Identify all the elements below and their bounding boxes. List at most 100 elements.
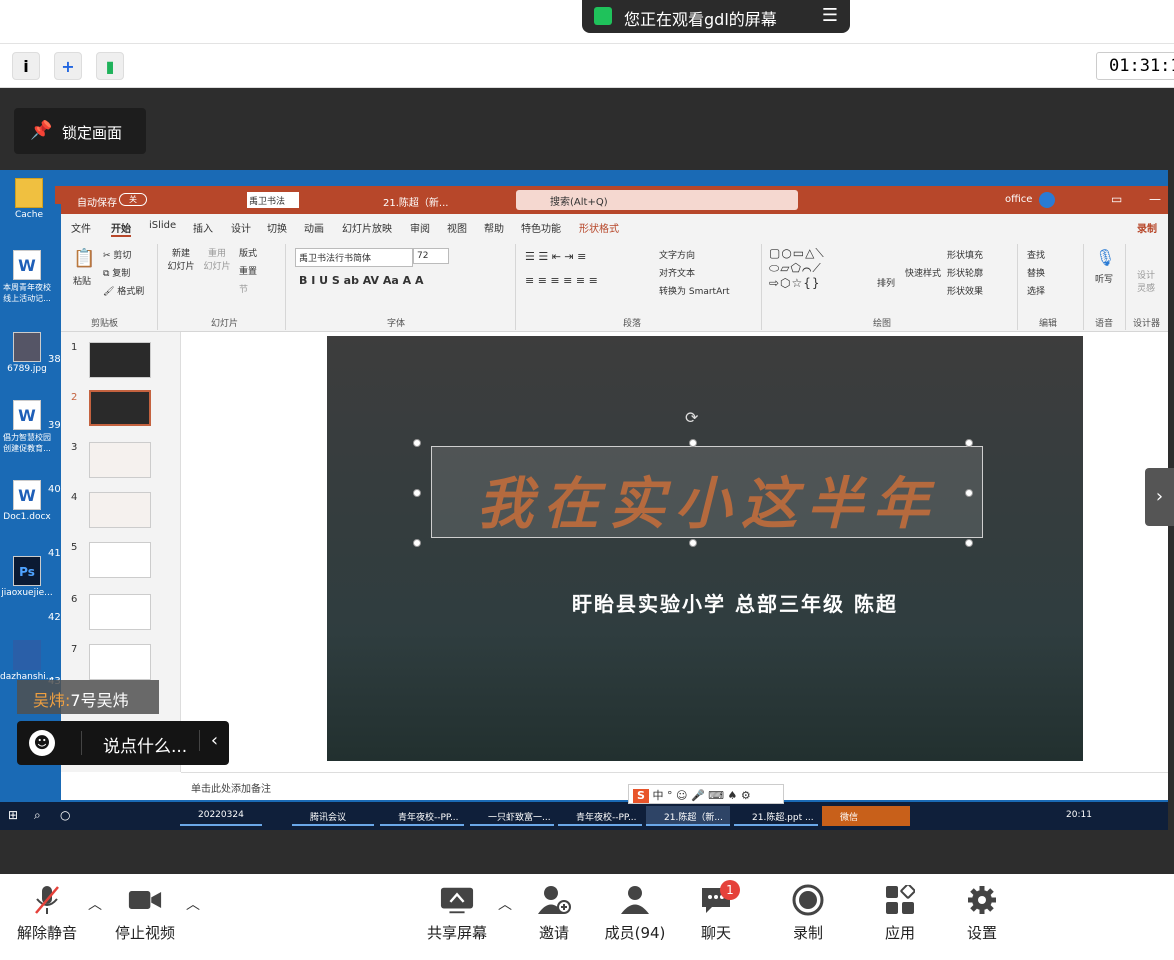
- list-buttons[interactable]: ☰ ☰ ⇤ ⇥ ≡: [525, 250, 586, 263]
- resize-handle[interactable]: [965, 539, 973, 547]
- reset-button[interactable]: 重置: [239, 264, 257, 277]
- taskbar-item[interactable]: 21.陈超（新...: [646, 806, 730, 826]
- signal-icon[interactable]: ▮: [96, 52, 124, 80]
- stop-video-button[interactable]: 停止视频: [110, 884, 180, 943]
- apps-button[interactable]: 应用: [878, 884, 922, 943]
- smartart-button[interactable]: 转换为 SmartArt: [659, 284, 729, 297]
- chevron-up-icon[interactable]: ︿: [88, 894, 102, 914]
- resize-handle[interactable]: [965, 439, 973, 447]
- desktop-icon-doc2[interactable]: W 倡力智慧校园创建促教育...: [0, 400, 54, 454]
- rotate-handle-icon[interactable]: ⟳: [685, 408, 698, 427]
- format-painter-button[interactable]: 🖌 格式刷: [103, 284, 144, 297]
- slide-thumbnail-6[interactable]: [89, 594, 151, 630]
- layout-button[interactable]: 版式: [239, 246, 257, 259]
- align-text-button[interactable]: 对齐文本: [659, 266, 695, 279]
- unmute-button[interactable]: 解除静音: [12, 884, 82, 943]
- resize-handle[interactable]: [413, 439, 421, 447]
- emoji-icon[interactable]: ☻: [29, 730, 55, 756]
- title-textbox[interactable]: 我在实小这半年: [431, 446, 983, 538]
- invite-button[interactable]: 邀请: [532, 884, 576, 943]
- select-button[interactable]: 选择: [1027, 284, 1045, 297]
- find-button[interactable]: 查找: [1027, 248, 1045, 261]
- cut-button[interactable]: ✂ 剪切: [103, 248, 131, 261]
- desktop-icon-docx[interactable]: W Doc1.docx: [0, 480, 54, 522]
- slide-thumbnail-7[interactable]: [89, 644, 151, 680]
- tab-home[interactable]: 开始: [111, 220, 131, 237]
- ime-toolbar[interactable]: S 中 ° ☺ 🎤 ⌨ ♠ ⚙: [628, 784, 784, 804]
- tab-features[interactable]: 特色功能: [521, 220, 561, 235]
- chevron-up-icon[interactable]: ︿: [186, 894, 200, 914]
- tab-insert[interactable]: 插入: [193, 220, 213, 235]
- resize-handle[interactable]: [689, 439, 697, 447]
- copy-button[interactable]: ⧉ 复制: [103, 266, 130, 279]
- desktop-icon-jpg[interactable]: 6789.jpg: [0, 332, 54, 374]
- chat-input-bar[interactable]: ☻ 说点什么... ‹: [17, 721, 229, 765]
- restore-icon[interactable]: ▭: [1111, 192, 1122, 206]
- tab-islide[interactable]: iSlide: [149, 220, 176, 231]
- resize-handle[interactable]: [413, 539, 421, 547]
- resize-handle[interactable]: [965, 489, 973, 497]
- collapse-chevron-icon[interactable]: ‹: [199, 730, 229, 751]
- tab-slideshow[interactable]: 幻灯片放映: [342, 220, 392, 235]
- microphone-icon[interactable]: 🎙: [1095, 248, 1115, 267]
- desktop-icon-psd[interactable]: Ps jiaoxuejie...: [0, 556, 54, 598]
- quick-style-button[interactable]: 快速样式: [905, 266, 941, 279]
- resize-handle[interactable]: [689, 539, 697, 547]
- paste-button[interactable]: 粘贴: [73, 274, 91, 287]
- desktop-icon-doc[interactable]: W 本周青年夜校线上活动记...: [0, 250, 54, 304]
- info-icon[interactable]: i: [12, 52, 40, 80]
- search-icon[interactable]: ⌕: [34, 808, 41, 823]
- desktop-icon-cache[interactable]: Cache: [2, 178, 56, 220]
- designer-button[interactable]: 设计 灵感: [1137, 268, 1155, 294]
- sharing-banner[interactable]: 您正在观看gdl的屏幕 ☰: [582, 0, 850, 33]
- settings-button[interactable]: 设置: [960, 884, 1004, 943]
- tab-file[interactable]: 文件: [71, 220, 91, 235]
- reuse-slide-button[interactable]: 重用 幻灯片: [203, 246, 231, 272]
- dictate-button[interactable]: 听写: [1095, 272, 1113, 285]
- members-button[interactable]: 成员(94): [600, 884, 670, 943]
- shape-outline-button[interactable]: 形状轮廓: [947, 266, 983, 279]
- tab-review[interactable]: 审阅: [410, 220, 430, 235]
- font-size-select[interactable]: 72: [413, 248, 449, 264]
- share-screen-button[interactable]: 共享屏幕: [422, 884, 492, 943]
- bold-button[interactable]: B I U S ab AV Aa A A: [299, 274, 424, 287]
- record-meeting-button[interactable]: 录制: [786, 884, 830, 943]
- list-icon[interactable]: ☰: [822, 5, 838, 26]
- tab-design[interactable]: 设计: [231, 220, 251, 235]
- lock-view-button[interactable]: 📌 锁定画面: [14, 108, 146, 154]
- tab-animations[interactable]: 动画: [304, 220, 324, 235]
- taskbar-item[interactable]: 微信: [822, 806, 910, 826]
- taskbar-item[interactable]: 一只虾致富一...: [470, 806, 554, 826]
- section-button[interactable]: 节: [239, 282, 248, 295]
- shapes-gallery[interactable]: ▢○▭△⟍ ⬭▱⬠⌒⟋ ⇨⬡☆{}: [769, 246, 825, 291]
- shield-icon[interactable]: +: [54, 52, 82, 80]
- autosave-toggle[interactable]: 关: [119, 193, 147, 206]
- current-slide[interactable]: 我在实小这半年 ⟳ 盱眙县实验小学 总部三年级 陈超: [327, 336, 1083, 761]
- windows-start-icon[interactable]: ⊞: [8, 808, 18, 822]
- slide-thumbnail-5[interactable]: [89, 542, 151, 578]
- text-direction-button[interactable]: 文字方向: [659, 248, 695, 261]
- record-button[interactable]: 录制: [1137, 220, 1157, 235]
- taskbar-item[interactable]: 腾讯会议: [292, 806, 374, 826]
- slide-thumbnail-1[interactable]: [89, 342, 151, 378]
- align-buttons[interactable]: ≡ ≡ ≡ ≡ ≡ ≡: [525, 274, 598, 287]
- next-page-button[interactable]: ›: [1145, 468, 1174, 526]
- minimize-icon[interactable]: —: [1149, 192, 1161, 206]
- ppt-search-box[interactable]: 搜索(Alt+Q): [516, 190, 798, 210]
- taskbar-item[interactable]: 20220324: [180, 806, 262, 826]
- tab-view[interactable]: 视图: [447, 220, 467, 235]
- chevron-up-icon[interactable]: ︿: [498, 894, 512, 914]
- slide-thumbnail-2[interactable]: [89, 390, 151, 426]
- slide-thumbnail-3[interactable]: [89, 442, 151, 478]
- tab-transitions[interactable]: 切换: [267, 220, 287, 235]
- desktop-icon-psd2[interactable]: dazhanshi...: [0, 640, 54, 682]
- replace-button[interactable]: 替换: [1027, 266, 1045, 279]
- taskbar-item[interactable]: 21.陈超.ppt ...: [734, 806, 818, 826]
- arrange-button[interactable]: 排列: [877, 276, 895, 289]
- new-slide-button[interactable]: 新建 幻灯片: [167, 246, 195, 272]
- avatar[interactable]: [1039, 192, 1055, 208]
- tab-help[interactable]: 帮助: [484, 220, 504, 235]
- font-name-select[interactable]: 禹卫书法行书简体: [295, 248, 413, 267]
- resize-handle[interactable]: [413, 489, 421, 497]
- paste-icon[interactable]: 📋: [73, 248, 95, 269]
